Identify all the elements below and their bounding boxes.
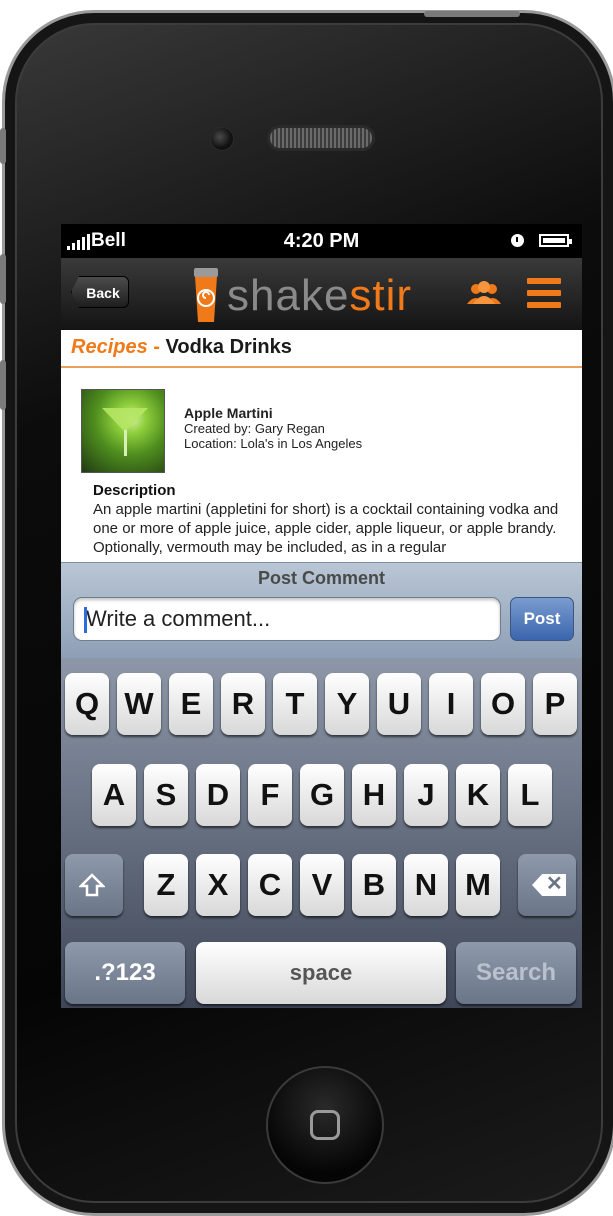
speaker-grille	[267, 125, 375, 151]
back-button[interactable]: Back	[71, 276, 129, 308]
drink-creator: Created by: Gary Regan	[184, 421, 325, 436]
backspace-icon: ✕	[532, 874, 566, 896]
nav-bar: Back shakestir	[61, 258, 582, 330]
text-cursor	[84, 607, 87, 633]
key-h[interactable]: H	[352, 764, 396, 826]
volume-down-button	[0, 360, 6, 410]
key-g[interactable]: G	[300, 764, 344, 826]
key-q[interactable]: Q	[65, 673, 109, 735]
shaker-logo-icon	[194, 268, 218, 322]
battery-icon	[539, 234, 572, 247]
key-f[interactable]: F	[248, 764, 292, 826]
search-key[interactable]: Search	[456, 942, 576, 1004]
drink-name: Apple Martini	[184, 405, 273, 421]
comment-input[interactable]	[73, 597, 501, 641]
key-k[interactable]: K	[456, 764, 500, 826]
camera-icon	[210, 127, 234, 151]
shift-icon	[79, 873, 105, 897]
key-u[interactable]: U	[377, 673, 421, 735]
key-v[interactable]: V	[300, 854, 344, 916]
key-d[interactable]: D	[196, 764, 240, 826]
backspace-key[interactable]: ✕	[518, 854, 576, 916]
key-r[interactable]: R	[221, 673, 265, 735]
drink-thumbnail	[81, 389, 165, 473]
key-j[interactable]: J	[404, 764, 448, 826]
drink-info: Apple Martini Created by: Gary Regan Loc…	[184, 405, 363, 452]
key-p[interactable]: P	[533, 673, 577, 735]
key-a[interactable]: A	[92, 764, 136, 826]
key-w[interactable]: W	[117, 673, 161, 735]
key-z[interactable]: Z	[144, 854, 188, 916]
key-o[interactable]: O	[481, 673, 525, 735]
status-bar: Bell 4:20 PM	[61, 224, 582, 258]
heading-separator: -	[153, 336, 160, 358]
description-title: Description	[93, 482, 176, 499]
alarm-icon	[511, 234, 524, 247]
post-button[interactable]: Post	[510, 597, 574, 641]
key-i[interactable]: I	[429, 673, 473, 735]
menu-icon[interactable]	[527, 278, 561, 308]
shift-key[interactable]	[65, 854, 123, 916]
keyboard: Q W E R T Y U I O P A S D F G H J K L Z …	[61, 658, 582, 1008]
volume-up-button	[0, 254, 6, 304]
comment-panel-title: Post Comment	[257, 568, 385, 588]
key-s[interactable]: S	[144, 764, 188, 826]
numbers-key[interactable]: .?123	[65, 942, 185, 1004]
key-b[interactable]: B	[352, 854, 396, 916]
comment-panel: Post Comment Post	[61, 562, 582, 659]
power-button	[424, 11, 520, 17]
key-n[interactable]: N	[404, 854, 448, 916]
key-c[interactable]: C	[248, 854, 292, 916]
app-screen: Bell 4:20 PM Back shakestir Recipes - Vo…	[61, 224, 582, 1008]
key-y[interactable]: Y	[325, 673, 369, 735]
key-m[interactable]: M	[456, 854, 500, 916]
home-button[interactable]	[266, 1066, 384, 1184]
space-key[interactable]: space	[196, 942, 446, 1004]
logo-text: shakestir	[227, 271, 413, 320]
people-icon[interactable]	[467, 280, 501, 306]
status-time: 4:20 PM	[283, 230, 360, 252]
page-heading: Recipes - Vodka Drinks	[61, 330, 582, 368]
drink-location: Location: Lola's in Los Angeles	[184, 436, 363, 451]
key-t[interactable]: T	[273, 673, 317, 735]
mute-switch	[0, 128, 6, 164]
page-title: Vodka Drinks	[165, 336, 292, 358]
key-x[interactable]: X	[196, 854, 240, 916]
home-button-icon	[310, 1110, 340, 1140]
key-e[interactable]: E	[169, 673, 213, 735]
description-text: An apple martini (appletini for short) i…	[93, 501, 559, 556]
key-l[interactable]: L	[508, 764, 552, 826]
category-link[interactable]: Recipes	[71, 336, 148, 358]
